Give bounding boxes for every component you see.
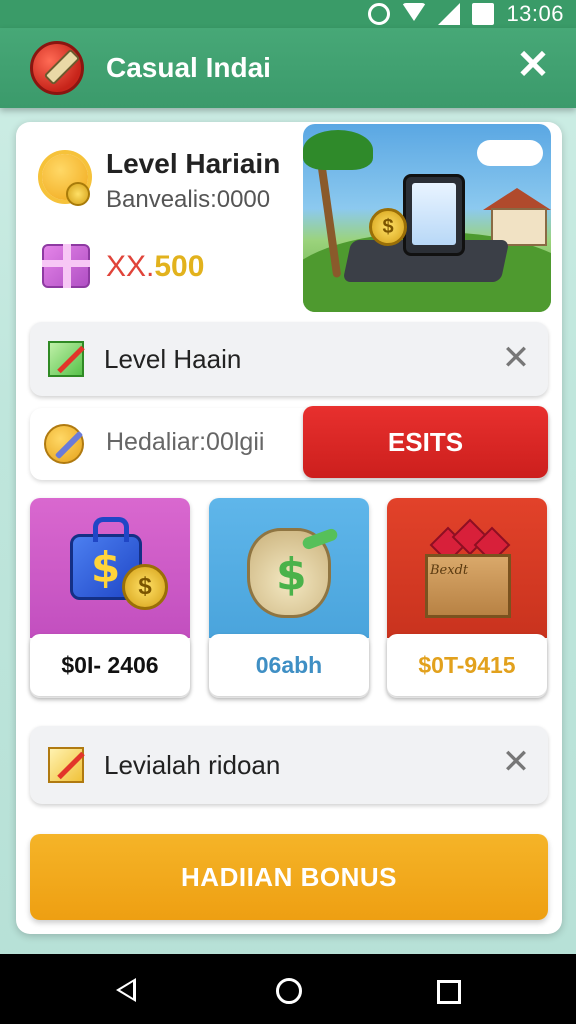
tile-label: $0T-9415: [387, 634, 547, 696]
app-header: Casual Indai ✕: [0, 28, 576, 108]
level-row-label: Level Haain: [104, 343, 242, 374]
tile-label: 06abh: [209, 634, 369, 696]
recent-apps-icon[interactable]: [437, 980, 461, 1004]
app-title: Casual Indai: [106, 52, 271, 83]
alarm-icon: [368, 3, 391, 25]
amount-prefix: XX.: [106, 250, 155, 283]
coin-icon: $: [122, 564, 168, 610]
main-card: Level Hariain Banvealis:0000 XX.500 $ Le…: [16, 122, 562, 934]
exit-button[interactable]: ESITS: [303, 406, 548, 478]
reward-tile-3[interactable]: Bexdt $0T-9415: [387, 498, 547, 698]
navigation-bar: [0, 954, 576, 1024]
close-icon[interactable]: ✕: [500, 744, 532, 780]
tile-image: Bexdt: [387, 498, 547, 638]
reward-tile-2[interactable]: $ 06abh: [209, 498, 369, 698]
back-icon[interactable]: [116, 978, 136, 1002]
close-icon[interactable]: ✕: [500, 340, 532, 376]
coin-icon: [66, 182, 90, 206]
status-time: 13:06: [506, 1, 564, 26]
detail-row-label: Hedaliar:00lgii: [106, 428, 265, 456]
reward-row-label: Levialah ridoan: [104, 749, 281, 780]
gift-icon: [42, 244, 90, 288]
arrow-up-icon: [48, 747, 84, 783]
reward-amount: XX.500: [106, 250, 204, 284]
status-bar: 13:06: [0, 0, 576, 28]
app-logo-icon: [30, 41, 84, 95]
cloud-shape: [477, 140, 543, 166]
gift-box-label: Bexdt: [430, 563, 469, 578]
house-roof: [483, 188, 551, 210]
palm-leaves: [303, 130, 373, 170]
level-title: Level Hariain: [106, 148, 281, 179]
bonus-button[interactable]: HADIIAN BONUS: [30, 834, 548, 920]
tile-image: $ $: [30, 498, 190, 638]
home-icon[interactable]: [276, 978, 302, 1004]
level-subtitle: Banvealis:0000: [106, 186, 271, 213]
close-icon[interactable]: ✕: [516, 45, 550, 85]
arrow-up-icon: [48, 341, 84, 377]
laptop-illustration: $: [303, 124, 551, 312]
dollar-sign-icon: $: [276, 549, 307, 600]
amount-value: 500: [154, 250, 205, 283]
dollar-sign-icon: $: [91, 543, 121, 592]
tablet-screen: [403, 174, 465, 256]
level-info: Level Hariain Banvealis:0000 XX.500: [40, 146, 300, 306]
battery-icon: [472, 3, 495, 25]
tile-label: $0I- 2406: [30, 634, 190, 696]
signal-icon: [438, 3, 461, 25]
money-bag-icon: $: [247, 528, 331, 618]
pencil-badge-icon: [44, 424, 84, 464]
tile-image: $: [209, 498, 369, 638]
reward-tile-1[interactable]: $ $ $0I- 2406: [30, 498, 190, 698]
reward-row[interactable]: Levialah ridoan ✕: [30, 726, 548, 804]
wifi-icon: [402, 3, 427, 25]
dollar-coin-icon: $: [369, 208, 407, 246]
level-row[interactable]: Level Haain ✕: [30, 322, 548, 396]
gift-box-icon: Bexdt: [425, 554, 511, 618]
